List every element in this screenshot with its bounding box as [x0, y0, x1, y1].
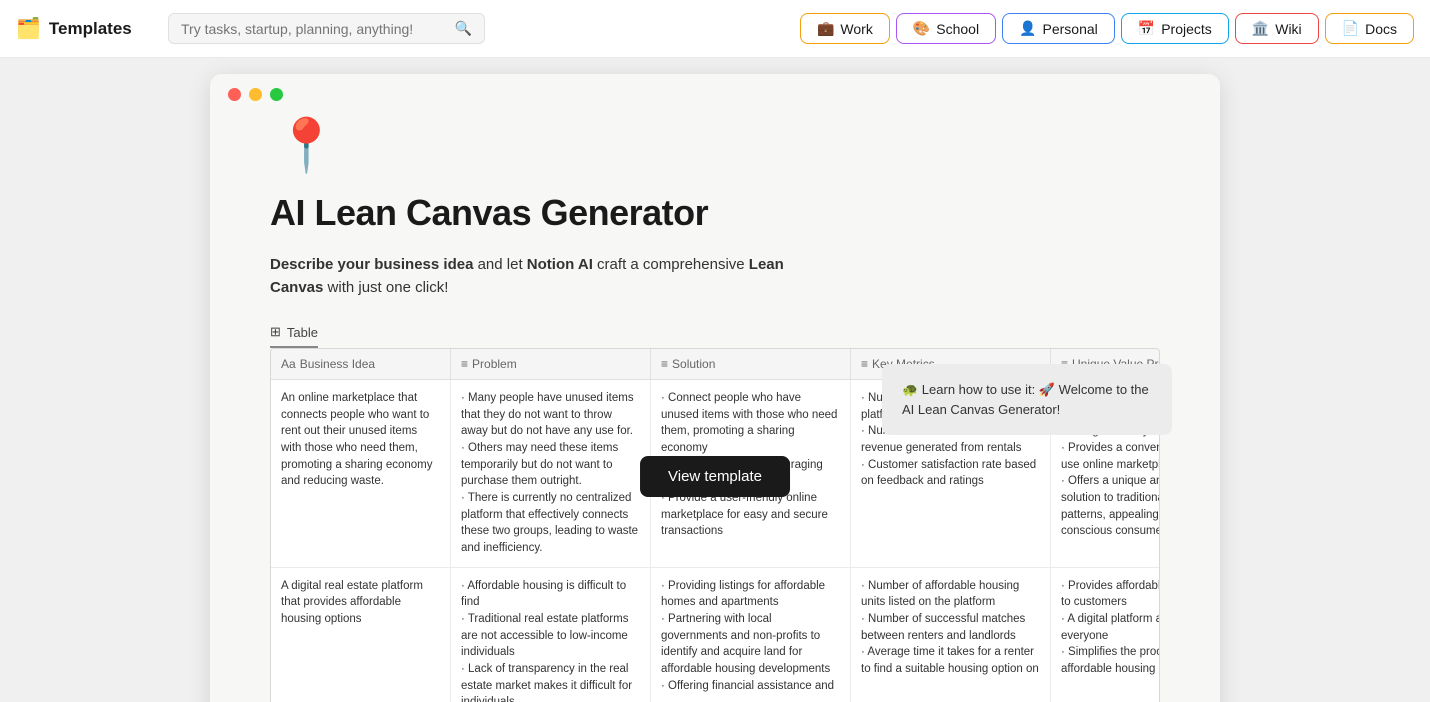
- cell-problem-1: · Many people have unused items that the…: [451, 380, 651, 567]
- search-input[interactable]: [181, 21, 447, 37]
- page-content: 📍 AI Lean Canvas Generator Describe your…: [210, 115, 1220, 702]
- tab-personal-label: Personal: [1043, 21, 1098, 37]
- table-row: A digital real estate platform that prov…: [271, 568, 1159, 702]
- cell-business-idea-1: An online marketplace that connects peop…: [271, 380, 451, 567]
- page-emoji: 📍: [274, 115, 1160, 176]
- window-dot-red[interactable]: [228, 88, 241, 101]
- school-icon: 🎨: [913, 20, 930, 37]
- col-header-solution: ≡ Solution: [651, 349, 851, 379]
- window-dot-green[interactable]: [270, 88, 283, 101]
- col-header-business-idea: Aa Business Idea: [271, 349, 451, 379]
- tab-school-label: School: [936, 21, 979, 37]
- page-title: AI Lean Canvas Generator: [270, 192, 1160, 234]
- info-box: 🐢 Learn how to use it: 🚀 Welcome to the …: [882, 364, 1172, 435]
- personal-icon: 👤: [1019, 20, 1036, 37]
- cell-problem-2: · Affordable housing is difficult to fin…: [451, 568, 651, 702]
- tab-projects-label: Projects: [1161, 21, 1212, 37]
- col-icon-solution: ≡: [661, 357, 668, 371]
- window-card: 📍 AI Lean Canvas Generator Describe your…: [210, 74, 1220, 702]
- page-description: Describe your business idea and let Noti…: [270, 254, 800, 299]
- table-icon: ⊞: [270, 324, 281, 340]
- brand-label: Templates: [49, 19, 132, 39]
- top-nav: 🗂️ Templates 🔍 💼 Work 🎨 School 👤 Persona…: [0, 0, 1430, 58]
- cell-unique-2: · Provides affordable housing options to…: [1051, 568, 1160, 702]
- tab-work[interactable]: 💼 Work: [800, 13, 890, 44]
- tab-work-label: Work: [840, 21, 872, 37]
- table-tab[interactable]: ⊞ Table: [270, 324, 318, 348]
- templates-icon: 🗂️: [16, 16, 41, 41]
- tab-docs[interactable]: 📄 Docs: [1325, 13, 1414, 44]
- table-tab-label: Table: [287, 325, 318, 340]
- projects-icon: 📅: [1138, 20, 1155, 37]
- col-icon-problem: ≡: [461, 357, 468, 371]
- window-titlebar: [210, 74, 1220, 115]
- brand-logo[interactable]: 🗂️ Templates: [16, 16, 156, 41]
- tab-wiki-label: Wiki: [1275, 21, 1301, 37]
- work-icon: 💼: [817, 20, 834, 37]
- cell-metrics-2: · Number of affordable housing units lis…: [851, 568, 1051, 702]
- tab-docs-label: Docs: [1365, 21, 1397, 37]
- main-area: 📍 AI Lean Canvas Generator Describe your…: [0, 58, 1430, 702]
- cell-business-idea-2: A digital real estate platform that prov…: [271, 568, 451, 702]
- tab-school[interactable]: 🎨 School: [896, 13, 996, 44]
- tab-wiki[interactable]: 🏛️ Wiki: [1235, 13, 1319, 44]
- tab-personal[interactable]: 👤 Personal: [1002, 13, 1115, 44]
- wiki-icon: 🏛️: [1252, 20, 1269, 37]
- nav-tabs: 💼 Work 🎨 School 👤 Personal 📅 Projects 🏛️…: [800, 13, 1414, 44]
- cell-solution-2: · Providing listings for affordable home…: [651, 568, 851, 702]
- search-bar[interactable]: 🔍: [168, 13, 485, 44]
- col-icon-metrics: ≡: [861, 357, 868, 371]
- docs-icon: 📄: [1342, 20, 1359, 37]
- col-header-problem: ≡ Problem: [451, 349, 651, 379]
- view-template-button[interactable]: View template: [640, 456, 790, 497]
- window-dot-yellow[interactable]: [249, 88, 262, 101]
- col-icon-business: Aa: [281, 357, 296, 371]
- tab-projects[interactable]: 📅 Projects: [1121, 13, 1229, 44]
- search-icon: 🔍: [455, 20, 472, 37]
